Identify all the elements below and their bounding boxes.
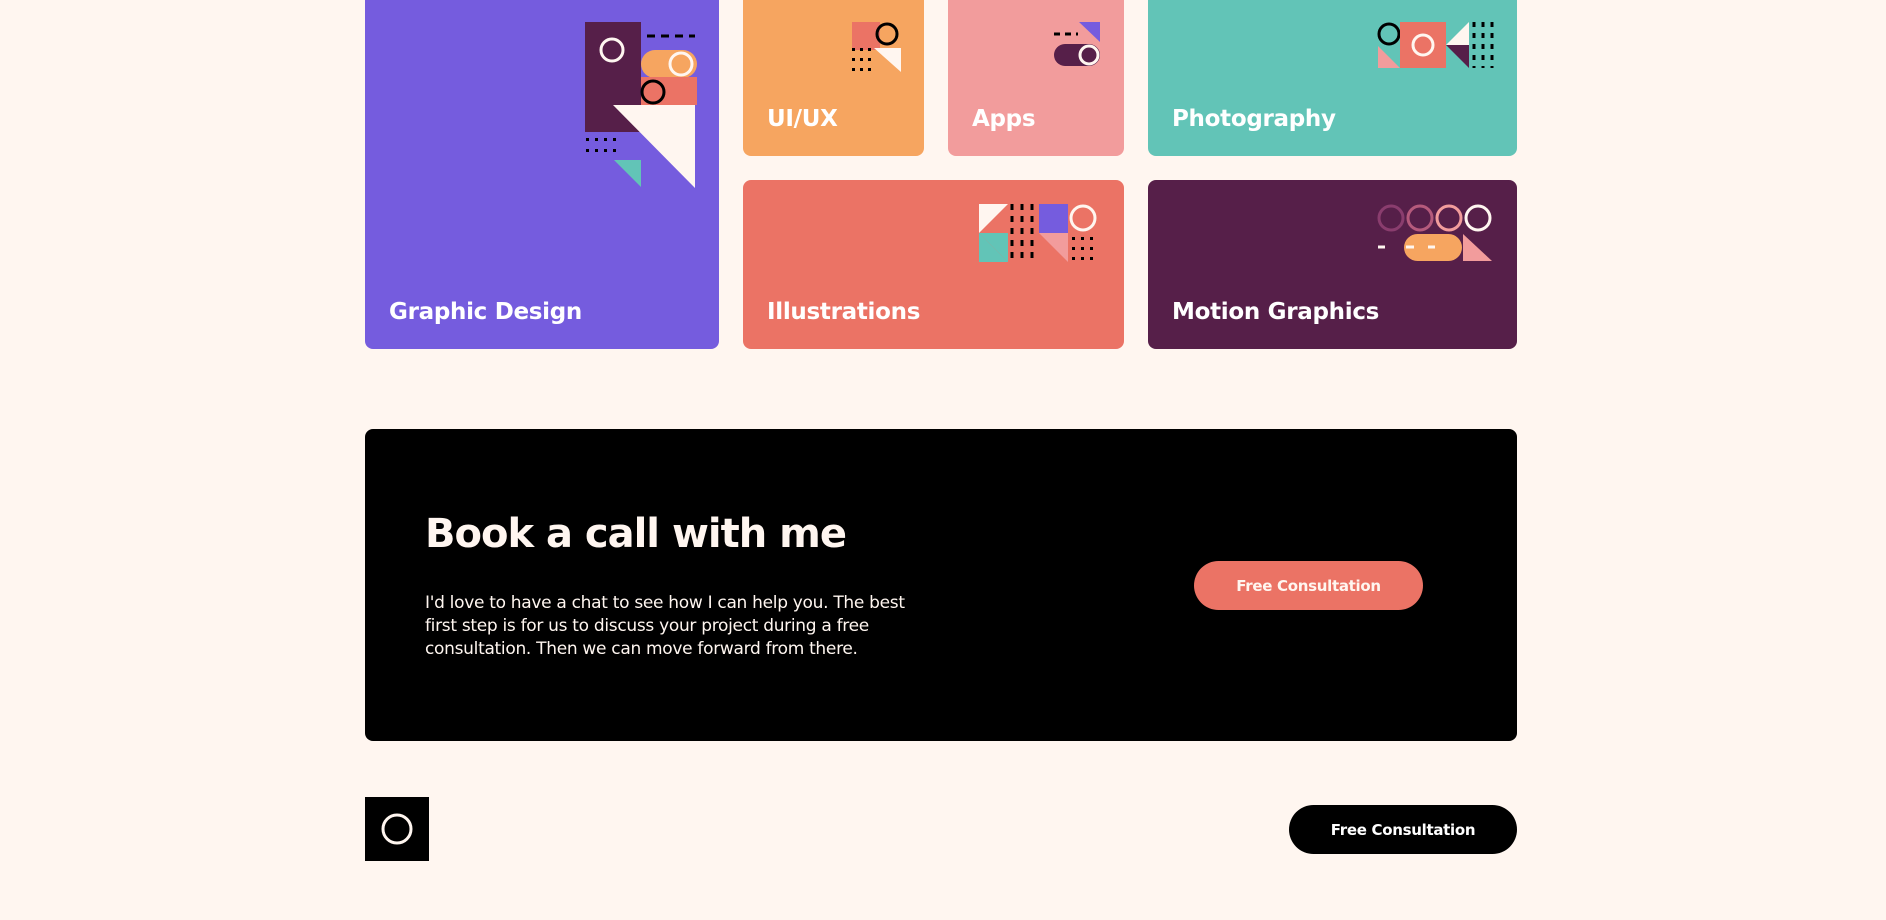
book-call-description: I'd love to have a chat to see how I can… [425, 593, 905, 659]
book-call-section: Book a call with me I'd love to have a c… [365, 429, 1517, 741]
graphic-design-illustration [585, 22, 697, 188]
logo-link[interactable] [365, 797, 429, 861]
service-label: Illustrations [767, 299, 921, 325]
service-label: Motion Graphics [1172, 299, 1380, 325]
photography-illustration [1377, 22, 1494, 68]
apps-illustration [1054, 22, 1100, 66]
service-label: Photography [1172, 106, 1336, 132]
service-card-illustrations[interactable]: Illustrations [743, 180, 1124, 349]
footer-free-consultation-button[interactable]: Free Consultation [1289, 805, 1517, 854]
service-label: Graphic Design [389, 299, 583, 325]
service-card-motion-graphics[interactable]: Motion Graphics [1148, 180, 1517, 349]
book-call-title: Book a call with me [425, 511, 847, 557]
service-card-graphic-design[interactable]: Graphic Design [365, 0, 719, 349]
service-card-apps[interactable]: Apps [948, 0, 1124, 156]
service-card-uiux[interactable]: UI/UX [743, 0, 924, 156]
service-card-photography[interactable]: Photography [1148, 0, 1517, 156]
uiux-illustration [852, 22, 901, 72]
service-label: UI/UX [767, 106, 838, 132]
free-consultation-button[interactable]: Free Consultation [1194, 561, 1423, 610]
ring-logo-icon [381, 813, 413, 845]
service-label: Apps [972, 106, 1036, 132]
